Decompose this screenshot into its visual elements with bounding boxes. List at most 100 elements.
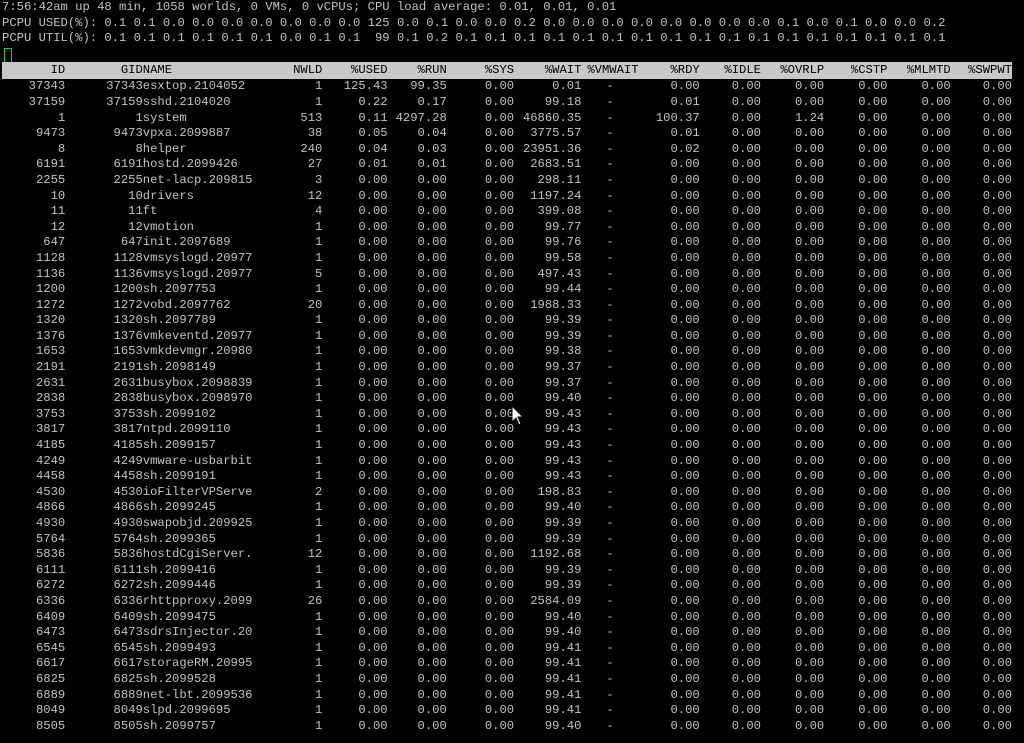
cell-ovrlp: 0.00 [794, 328, 825, 343]
cell-wait: 99.77 [544, 219, 582, 234]
terminal-window[interactable]: 7:56:42am up 48 min, 1058 worlds, 0 VMs,… [0, 0, 1024, 743]
cell-used: 0.00 [358, 235, 388, 250]
cell-sys: 0.00 [484, 126, 515, 141]
cell-swpwt: 0.00 [982, 531, 1012, 546]
cell-ovrlp: 0.00 [794, 188, 825, 203]
cell-wait: 99.41 [544, 656, 582, 671]
cell-swpwt: 0.00 [982, 516, 1012, 530]
cell-idle: 0.00 [731, 578, 761, 593]
cell-id: 2631 [35, 375, 66, 390]
cell-cstp: 0.00 [858, 531, 888, 546]
cell-wait: 99.41 [544, 671, 582, 686]
cell-ovrlp: 0.00 [794, 422, 825, 437]
cell-id: 5836 [35, 547, 66, 562]
cell-id: 8505 [35, 718, 66, 733]
cell-used: 0.00 [358, 531, 388, 546]
cell-mlmtd: 0.00 [921, 484, 951, 499]
cell-mlmtd: 0.00 [921, 671, 951, 686]
cell-nwld: 5 [315, 266, 323, 281]
cell-vmwait: - [606, 344, 614, 359]
column-header-gid: GID [120, 63, 143, 78]
cell-run: 0.00 [417, 703, 447, 718]
cell-swpwt: 0.00 [982, 484, 1012, 499]
cell-vmwait: - [606, 204, 614, 219]
cell-swpwt: 0.00 [982, 422, 1012, 437]
column-header-idle: %IDLE [724, 63, 761, 78]
cell-mlmtd: 0.00 [921, 79, 951, 94]
cell-sys: 0.00 [484, 562, 515, 577]
cell-name: init.2097689 [142, 235, 231, 250]
cell-gid: 4530 [113, 484, 143, 499]
cell-gid: 647 [120, 235, 143, 250]
cell-sys: 0.00 [484, 188, 515, 203]
cell-run: 0.03 [417, 141, 447, 156]
cell-sys: 0.00 [484, 219, 515, 234]
cell-used: 0.00 [358, 266, 388, 281]
cell-swpwt: 0.00 [982, 126, 1012, 141]
cell-name: busybox.2098839 [142, 375, 253, 390]
cell-gid: 12 [128, 219, 143, 234]
cell-name: sh.2099493 [142, 640, 216, 655]
cell-id: 2191 [35, 360, 66, 375]
cell-nwld: 513 [300, 110, 323, 125]
cell-idle: 0.00 [731, 547, 761, 562]
cell-name: ft [142, 204, 158, 219]
cell-mlmtd: 0.00 [921, 406, 951, 421]
cell-nwld: 1 [315, 469, 323, 484]
cell-wait: 99.41 [544, 703, 582, 718]
command-prompt[interactable] [2, 47, 1022, 63]
cell-wait: 99.18 [544, 94, 582, 109]
pcpu-util-line: PCPU UTIL(%): 0.1 0.1 0.1 0.1 0.1 0.1 0.… [2, 31, 946, 46]
column-header-wait: %WAIT [544, 63, 582, 78]
cell-vmwait: - [606, 547, 614, 562]
cell-vmwait: - [606, 640, 614, 655]
cell-gid: 6111 [113, 562, 143, 577]
cell-used: 0.00 [358, 172, 388, 187]
cell-name: helper [142, 141, 187, 156]
cell-cstp: 0.00 [858, 313, 888, 328]
table-row: 6111 6111 sh.2099416 1 0.00 0.00 0.00 99.39-0.0… [2, 563, 1012, 579]
cell-vmwait: - [606, 406, 614, 421]
cell-id: 6336 [35, 593, 66, 608]
cell-rdy: 0.00 [670, 297, 700, 312]
cell-used: 0.22 [358, 94, 388, 109]
cell-swpwt: 0.00 [982, 157, 1012, 172]
cell-name: sh.2099157 [142, 438, 216, 453]
cell-idle: 0.00 [731, 79, 761, 94]
table-row: 2631 2631 busybox.2098839 1 0.00 0.00 0.00 99.3… [2, 376, 1012, 392]
cell-gid: 6825 [113, 671, 143, 686]
cell-wait: 99.43 [544, 453, 582, 468]
cell-ovrlp: 0.00 [794, 562, 825, 577]
cell-idle: 0.00 [731, 250, 761, 265]
cell-mlmtd: 0.00 [921, 469, 951, 484]
cell-rdy: 0.00 [670, 157, 700, 172]
cell-wait: 2683.51 [530, 157, 582, 172]
cell-name: rhttpproxy.2099 [142, 593, 253, 608]
cell-id: 9473 [35, 126, 66, 141]
cell-swpwt: 0.00 [982, 578, 1012, 593]
cell-sys: 0.00 [484, 422, 515, 437]
cell-ovrlp: 0.00 [794, 204, 825, 219]
cell-id: 6111 [35, 562, 66, 577]
cell-mlmtd: 0.00 [921, 250, 951, 265]
cell-used: 0.00 [358, 344, 388, 359]
cell-cstp: 0.00 [858, 640, 888, 655]
cell-run: 0.00 [417, 360, 447, 375]
cell-gid: 1653 [113, 344, 143, 359]
table-row: 37159 37159 sshd.2104020 1 0.22 0.17 0.00 99.18… [2, 95, 1012, 111]
table-row: 12 12 vmotion 1 0.00 0.00 0.00 99.77-0.00 0.00 0.… [2, 220, 1012, 236]
cell-wait: 99.39 [544, 531, 582, 546]
cell-mlmtd: 0.00 [921, 703, 951, 718]
table-row: 9473 9473 vpxa.2099887 38 0.05 0.04 0.00 3775.5… [2, 126, 1012, 142]
cell-used: 0.00 [358, 703, 388, 718]
cell-vmwait: - [606, 313, 614, 328]
cell-rdy: 0.00 [670, 703, 700, 718]
cell-nwld: 12 [307, 547, 323, 562]
cell-used: 0.00 [358, 188, 388, 203]
cell-nwld: 1 [315, 406, 323, 421]
cell-used: 0.00 [358, 687, 388, 702]
cell-idle: 0.00 [731, 391, 761, 406]
cell-ovrlp: 0.00 [794, 718, 825, 733]
cell-ovrlp: 0.00 [794, 547, 825, 562]
cell-nwld: 1 [315, 94, 323, 109]
